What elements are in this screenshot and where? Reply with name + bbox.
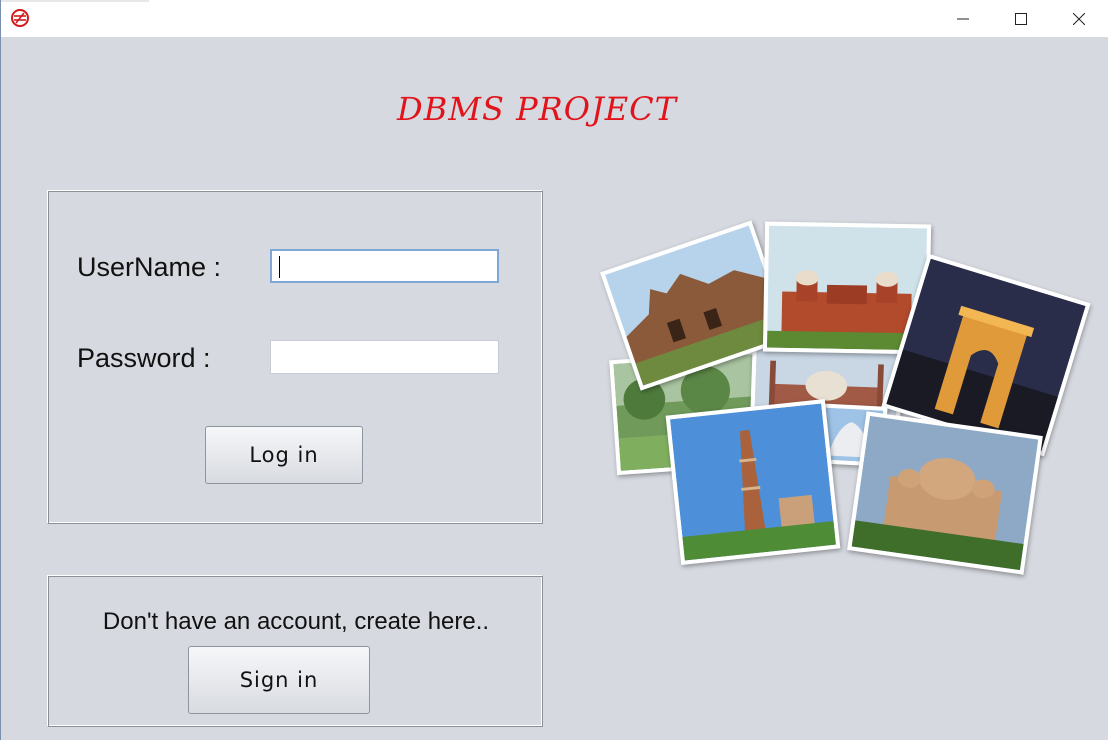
signup-prompt: Don't have an account, create here.. [102, 608, 490, 635]
signup-panel: Don't have an account, create here.. Sig… [47, 575, 543, 727]
close-button[interactable] [1050, 0, 1108, 37]
text-caret [279, 256, 280, 278]
photo-qutub-minar [665, 399, 841, 565]
close-icon [1073, 12, 1085, 25]
username-label: UserName : [77, 252, 222, 282]
maximize-icon [1015, 12, 1027, 25]
password-label: Password : [77, 343, 211, 373]
title-bar[interactable] [1, 0, 1108, 37]
photo-akshardham [847, 411, 1043, 575]
app-window: DBMS PROJECT UserName : Password : Log i… [0, 0, 1108, 740]
maximize-button[interactable] [992, 0, 1050, 37]
password-input[interactable] [270, 340, 499, 374]
login-panel: UserName : Password : Log in [47, 190, 543, 524]
signin-button[interactable]: Sign in [188, 646, 370, 714]
metro-logo-icon [11, 9, 29, 27]
title-bar-accent [1, 0, 149, 2]
minimize-button[interactable] [934, 0, 992, 37]
username-input[interactable] [270, 249, 499, 283]
page-title: DBMS PROJECT [397, 90, 677, 128]
login-button[interactable]: Log in [205, 426, 363, 484]
minimize-icon [957, 18, 969, 19]
monument-photo-collage [600, 215, 1101, 585]
